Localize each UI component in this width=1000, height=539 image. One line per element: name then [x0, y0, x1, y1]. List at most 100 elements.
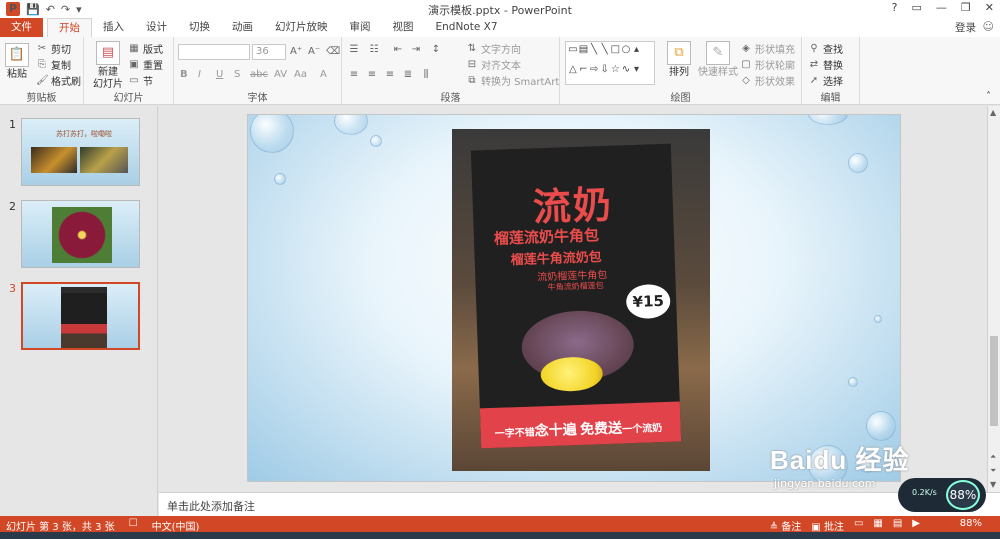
- slide-thumbnail-3[interactable]: [21, 282, 140, 350]
- curve-shape-icon[interactable]: ∿: [621, 64, 631, 83]
- grow-font-button[interactable]: A⁺: [290, 46, 302, 58]
- char-spacing-button[interactable]: AV: [274, 69, 287, 80]
- tab-transitions[interactable]: 切换: [178, 18, 221, 37]
- paste-button[interactable]: 📋 粘贴: [4, 43, 30, 81]
- triangle-shape-icon[interactable]: △: [568, 64, 578, 83]
- sorter-view-icon[interactable]: ▦: [873, 518, 882, 533]
- spellcheck-icon[interactable]: ☐: [129, 518, 138, 533]
- shape-outline-button[interactable]: ▢ 形状轮廓: [740, 57, 795, 73]
- tab-insert[interactable]: 插入: [92, 18, 135, 37]
- restore-icon[interactable]: ❐: [961, 1, 971, 14]
- normal-view-icon[interactable]: ▭: [854, 518, 863, 533]
- text-direction-button[interactable]: ⇅ 文字方向: [466, 41, 521, 57]
- section-button[interactable]: ▭ 节: [128, 73, 153, 89]
- select-button[interactable]: ➚ 选择: [808, 73, 843, 89]
- rect-shape-icon[interactable]: □: [611, 44, 621, 63]
- scroll-up-icon[interactable]: ▲: [990, 108, 996, 117]
- line-shape-icon-2[interactable]: ╲: [600, 44, 610, 63]
- prev-slide-icon[interactable]: ⏶: [990, 452, 996, 462]
- tab-design[interactable]: 设计: [135, 18, 178, 37]
- current-slide[interactable]: 流奶 榴莲流奶牛角包 榴莲牛角流奶包 流奶榴莲牛角包 牛角流奶榴莲包 ¥15 一…: [247, 114, 901, 482]
- shapes-gallery[interactable]: ▭ ▤ ╲ ╲ □ ○ ▴ △ ⌐ ⇨ ⇩ ☆ ∿ ▾: [565, 41, 655, 85]
- format-painter-button[interactable]: 🖌 格式刷: [36, 73, 81, 89]
- bullets-button[interactable]: ☰: [348, 44, 360, 56]
- tab-review[interactable]: 审阅: [339, 18, 382, 37]
- align-center-button[interactable]: ≡: [366, 69, 378, 81]
- bold-button[interactable]: B: [180, 69, 188, 80]
- numbering-button[interactable]: ☷: [368, 44, 380, 56]
- user-icon[interactable]: ☺: [983, 20, 994, 33]
- close-icon[interactable]: ✕: [985, 1, 994, 14]
- tab-view[interactable]: 视图: [382, 18, 425, 37]
- gallery-down-icon[interactable]: ▾: [632, 64, 642, 83]
- rectangle-shape-icon[interactable]: ▭: [568, 44, 578, 63]
- font-name-box[interactable]: [178, 44, 250, 60]
- ribbon-display-icon[interactable]: ▭: [912, 1, 922, 14]
- copy-button[interactable]: ⎘ 复制: [36, 57, 71, 73]
- text-shadow-button[interactable]: S: [234, 69, 240, 80]
- decrease-indent-button[interactable]: ⇤: [392, 44, 404, 56]
- font-color-button[interactable]: A: [320, 69, 327, 80]
- increase-indent-button[interactable]: ⇥: [410, 44, 422, 56]
- help-icon[interactable]: ?: [892, 1, 898, 14]
- minimize-icon[interactable]: —: [936, 1, 947, 14]
- collapse-ribbon-icon[interactable]: ˄: [986, 91, 991, 102]
- font-size-box[interactable]: 36: [252, 44, 286, 60]
- justify-button[interactable]: ≣: [402, 69, 414, 81]
- underline-button[interactable]: U: [216, 69, 223, 80]
- tab-home[interactable]: 开始: [47, 18, 92, 37]
- columns-button[interactable]: ⫼: [420, 69, 432, 81]
- align-right-button[interactable]: ≡: [384, 69, 396, 81]
- notes-pane[interactable]: 单击此处添加备注: [159, 492, 1000, 516]
- scroll-thumb[interactable]: [990, 336, 998, 426]
- star-shape-icon[interactable]: ☆: [611, 64, 621, 83]
- poster-photo[interactable]: 流奶 榴莲流奶牛角包 榴莲牛角流奶包 流奶榴莲牛角包 牛角流奶榴莲包 ¥15 一…: [452, 129, 710, 471]
- language-indicator[interactable]: 中文(中国): [152, 518, 200, 533]
- next-slide-icon[interactable]: ⏷: [990, 466, 996, 476]
- strikethrough-button[interactable]: abc: [250, 69, 268, 80]
- customize-qat-icon[interactable]: ▾: [76, 3, 82, 16]
- redo-icon[interactable]: ↷: [61, 3, 70, 16]
- tab-endnote[interactable]: EndNote X7: [425, 18, 509, 37]
- vertical-scrollbar[interactable]: ▲ ⏶ ⏷ ▼: [987, 106, 1000, 492]
- zoom-level[interactable]: 88%: [960, 518, 982, 529]
- textbox-shape-icon[interactable]: ▤: [579, 44, 589, 63]
- line-spacing-button[interactable]: ↕: [430, 44, 442, 56]
- layout-button[interactable]: ▦ 版式: [128, 41, 163, 57]
- oval-shape-icon[interactable]: ○: [621, 44, 631, 63]
- gallery-up-icon[interactable]: ▴: [632, 44, 642, 63]
- quick-styles-button[interactable]: ✎ 快速样式: [698, 41, 738, 79]
- convert-smartart-button[interactable]: ⧉ 转换为 SmartArt: [466, 73, 559, 89]
- replace-button[interactable]: ⇄ 替换: [808, 57, 843, 73]
- tab-file[interactable]: 文件: [0, 18, 43, 37]
- line-shape-icon[interactable]: ╲: [589, 44, 599, 63]
- undo-icon[interactable]: ↶: [46, 3, 55, 16]
- arrow-down-shape-icon[interactable]: ⇩: [600, 64, 610, 83]
- cut-button[interactable]: ✂ 剪切: [36, 41, 71, 57]
- tab-slideshow[interactable]: 幻灯片放映: [264, 18, 339, 37]
- reading-view-icon[interactable]: ▤: [893, 518, 902, 533]
- clear-format-button[interactable]: ⌫: [326, 46, 340, 58]
- slide-thumbnail-1[interactable]: 苏打苏打，啦嘞啦: [21, 118, 140, 186]
- tab-animations[interactable]: 动画: [221, 18, 264, 37]
- slideshow-view-icon[interactable]: ▶: [912, 518, 920, 533]
- login-link[interactable]: 登录: [955, 20, 976, 35]
- italic-button[interactable]: I: [198, 69, 201, 80]
- arrow-right-shape-icon[interactable]: ⇨: [589, 64, 599, 83]
- reset-button[interactable]: ▣ 重置: [128, 57, 163, 73]
- new-slide-button[interactable]: ▤ 新建 幻灯片: [90, 41, 126, 91]
- slide-thumbnail-2[interactable]: [21, 200, 140, 268]
- align-text-button[interactable]: ⊟ 对齐文本: [466, 57, 521, 73]
- notes-button[interactable]: ≜ 备注: [770, 518, 802, 533]
- arrange-button[interactable]: ⧉ 排列: [664, 41, 694, 79]
- comments-button[interactable]: ▣ 批注: [811, 518, 844, 533]
- shape-fill-button[interactable]: ◈ 形状填充: [740, 41, 795, 57]
- align-left-button[interactable]: ≡: [348, 69, 360, 81]
- shape-effects-button[interactable]: ◇ 形状效果: [740, 73, 795, 89]
- chevron-shape-icon[interactable]: ⌐: [579, 64, 589, 83]
- save-icon[interactable]: 💾: [26, 3, 40, 16]
- find-button[interactable]: ⚲ 查找: [808, 41, 843, 57]
- shrink-font-button[interactable]: A⁻: [308, 46, 320, 58]
- scroll-down-icon[interactable]: ▼: [990, 480, 996, 489]
- change-case-button[interactable]: Aa: [294, 69, 307, 80]
